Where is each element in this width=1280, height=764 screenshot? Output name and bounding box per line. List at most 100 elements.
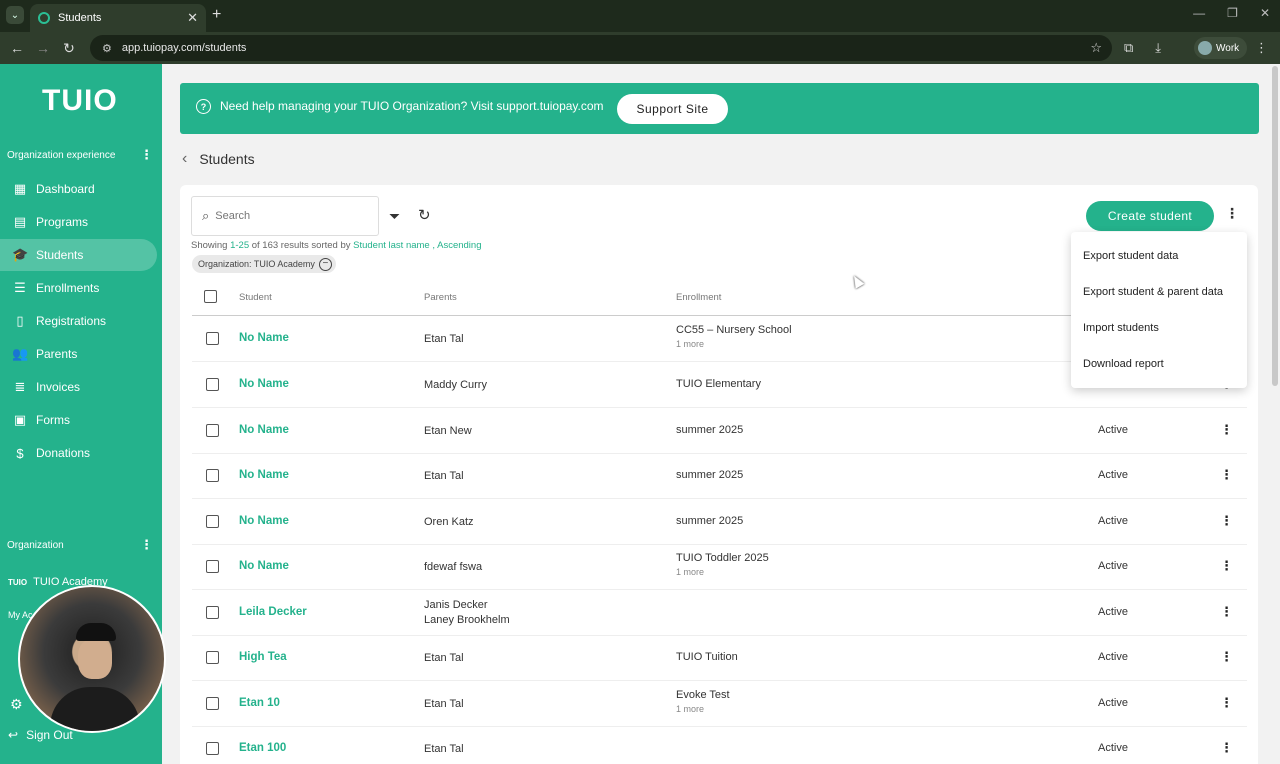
sidebar-item-invoices[interactable]: ≣ Invoices	[0, 371, 157, 403]
site-info-icon[interactable]: ⚙	[102, 42, 112, 55]
row-menu-icon[interactable]: ⋮	[1220, 604, 1233, 620]
table-row: Etan 100 Etan Tal Active ⋮	[192, 726, 1247, 764]
student-link[interactable]: Etan 100	[239, 742, 286, 754]
student-link[interactable]: No Name	[239, 332, 289, 344]
back-icon[interactable]: ←	[4, 40, 30, 56]
download-icon[interactable]: ⤓	[1155, 40, 1161, 56]
filter-chip: Organization: TUIO Academy −	[192, 255, 336, 273]
parent-name: Etan Tal	[424, 652, 464, 664]
sidebar-item-students[interactable]: 🎓 Students	[0, 239, 157, 271]
row-checkbox[interactable]	[206, 651, 219, 664]
row-checkbox[interactable]	[206, 560, 219, 573]
table-row: No Name fdewaf fswa TUIO Toddler 2025 1 m…	[192, 544, 1247, 590]
close-tab-icon[interactable]: ✕	[187, 10, 198, 26]
refresh-icon[interactable]: ↻	[418, 206, 431, 224]
filter-icon[interactable]: ⏷	[389, 208, 400, 225]
sidebar-item-label: Parents	[36, 347, 78, 361]
row-menu-icon[interactable]: ⋮	[1220, 513, 1233, 529]
org-experience-menu-icon[interactable]: ⋮	[140, 147, 153, 163]
student-link[interactable]: No Name	[239, 424, 289, 436]
row-checkbox[interactable]	[206, 332, 219, 345]
header-student[interactable]: Student	[239, 292, 272, 303]
address-bar[interactable]: ⚙ app.tuiopay.com/students ☆	[90, 35, 1112, 61]
table-row: High Tea Etan Tal TUIO Tuition Active ⋮	[192, 635, 1247, 681]
page-scrollbar[interactable]	[1272, 66, 1278, 386]
tab-search-icon[interactable]: ⌄	[6, 6, 24, 24]
student-link[interactable]: No Name	[239, 560, 289, 572]
organization-menu-icon[interactable]: ⋮	[140, 537, 153, 553]
browser-tab[interactable]: Students ✕	[30, 4, 206, 32]
extensions-icon[interactable]: ⧉	[1124, 40, 1133, 56]
forward-icon[interactable]: →	[30, 40, 56, 56]
sidebar-item-enrollments[interactable]: ☰ Enrollments	[0, 272, 157, 304]
more-options-icon[interactable]: ⋮	[1225, 205, 1239, 222]
profile-button[interactable]: Work	[1194, 37, 1248, 59]
row-menu-icon[interactable]: ⋮	[1220, 467, 1233, 483]
row-checkbox[interactable]	[206, 515, 219, 528]
gear-icon[interactable]: ⚙	[10, 696, 23, 713]
close-window-icon[interactable]: ✕	[1260, 6, 1270, 20]
enrollment-cell: TUIO Tuition	[676, 651, 738, 663]
row-checkbox[interactable]	[206, 469, 219, 482]
sidebar-item-registrations[interactable]: ▯ Registrations	[0, 305, 157, 337]
row-menu-icon[interactable]: ⋮	[1220, 422, 1233, 438]
menu-item-import-students[interactable]: Import students	[1083, 322, 1159, 334]
sort-direction-link[interactable]: Ascending	[437, 240, 481, 251]
status-text: Active	[1098, 606, 1128, 618]
row-checkbox[interactable]	[206, 378, 219, 391]
row-menu-icon[interactable]: ⋮	[1220, 649, 1233, 665]
table-row: No Name Etan Tal summer 2025 Active ⋮	[192, 453, 1247, 499]
menu-item-download-report[interactable]: Download report	[1083, 358, 1164, 370]
student-link[interactable]: Etan 10	[239, 697, 280, 709]
remove-filter-icon[interactable]: −	[318, 257, 332, 271]
sidebar-item-parents[interactable]: 👥 Parents	[0, 338, 157, 370]
table-row: Etan 10 Etan Tal Evoke Test 1 more Active…	[192, 681, 1247, 727]
row-checkbox[interactable]	[206, 606, 219, 619]
row-checkbox[interactable]	[206, 424, 219, 437]
header-enrollment[interactable]: Enrollment	[676, 292, 721, 303]
new-tab-icon[interactable]: +	[212, 6, 221, 24]
bookmark-star-icon[interactable]: ☆	[1090, 40, 1102, 56]
sort-field-link[interactable]: Student last name	[353, 240, 430, 251]
sign-out-icon: ↩	[8, 728, 19, 742]
reload-icon[interactable]: ↻	[56, 40, 82, 57]
section-label-org-experience: Organization experience	[7, 150, 116, 161]
row-menu-icon[interactable]: ⋮	[1220, 695, 1233, 711]
sidebar-item-programs[interactable]: ▤ Programs	[0, 206, 157, 238]
search-icon: ⌕	[202, 208, 210, 223]
restore-icon[interactable]: ❐	[1227, 6, 1238, 20]
list-icon: ☰	[14, 280, 26, 295]
parent-name: Etan Tal	[424, 333, 464, 345]
back-arrow-icon[interactable]: ‹	[182, 150, 187, 168]
header-parents[interactable]: Parents	[424, 292, 457, 303]
row-checkbox[interactable]	[206, 742, 219, 755]
select-all-checkbox[interactable]	[204, 290, 217, 303]
sidebar-item-forms[interactable]: ▣ Forms	[0, 404, 157, 436]
row-menu-icon[interactable]: ⋮	[1220, 740, 1233, 756]
sidebar-item-donations[interactable]: $ Donations	[0, 437, 157, 469]
parent-name: Maddy Curry	[424, 379, 487, 391]
parent-name: Etan Tal	[424, 470, 464, 482]
more-options-menu: Export student data Export student & par…	[1071, 232, 1247, 388]
create-student-button[interactable]: Create student	[1086, 201, 1214, 231]
question-icon: ?	[196, 99, 211, 114]
tuio-logo[interactable]: TUIO	[42, 84, 118, 118]
row-checkbox[interactable]	[206, 697, 219, 710]
sidebar-item-dashboard[interactable]: ▦ Dashboard	[0, 173, 157, 205]
browser-menu-icon[interactable]: ⋮	[1255, 40, 1268, 56]
student-link[interactable]: No Name	[239, 515, 289, 527]
student-link[interactable]: No Name	[239, 378, 289, 390]
support-site-button[interactable]: Support Site	[617, 94, 728, 124]
browser-toolbar: ← → ↻ ⚙ app.tuiopay.com/students ☆ ⧉ ⤓ W…	[0, 32, 1280, 64]
menu-item-export-student-data[interactable]: Export student data	[1083, 250, 1178, 262]
student-link[interactable]: Leila Decker	[239, 606, 307, 618]
search-input[interactable]	[215, 210, 366, 222]
student-link[interactable]: High Tea	[239, 651, 287, 663]
url-text: app.tuiopay.com/students	[121, 42, 247, 54]
student-link[interactable]: No Name	[239, 469, 289, 481]
search-box[interactable]: ⌕	[191, 196, 379, 236]
minimize-icon[interactable]: —	[1193, 6, 1205, 20]
row-menu-icon[interactable]: ⋮	[1220, 558, 1233, 574]
menu-item-export-student-parent-data[interactable]: Export student & parent data	[1083, 286, 1223, 298]
enrollment-cell: TUIO Toddler 2025 1 more	[676, 552, 769, 577]
